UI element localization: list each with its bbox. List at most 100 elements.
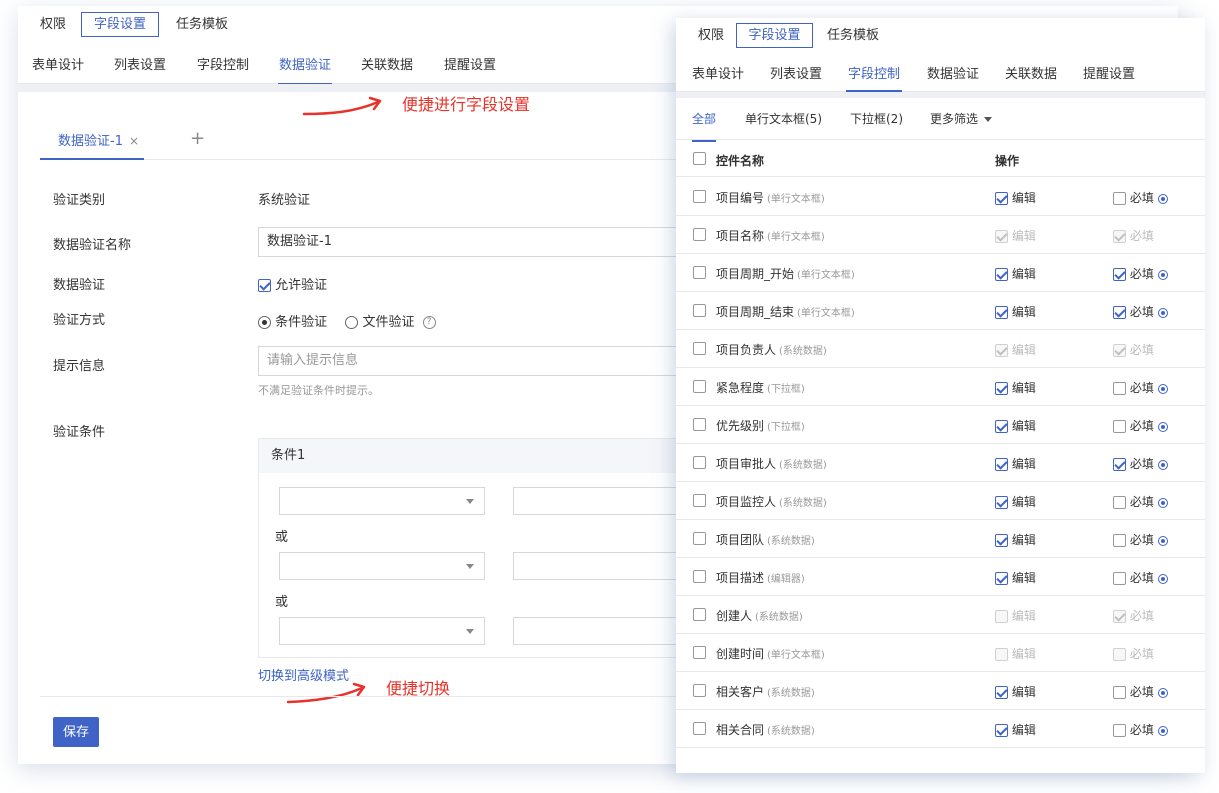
required-checkbox[interactable]: [1113, 496, 1126, 509]
tab-task-template[interactable]: 任务模板: [827, 23, 879, 48]
help-icon[interactable]: ?: [422, 316, 436, 329]
settings-dot-icon[interactable]: [1157, 269, 1168, 280]
tab-field-settings[interactable]: 字段设置: [81, 12, 159, 37]
required-option[interactable]: 必填: [1113, 607, 1154, 624]
required-option[interactable]: 必填: [1113, 189, 1168, 206]
condition-value-input-1[interactable]: [513, 487, 699, 515]
filter-dropdown[interactable]: 下拉框(2): [850, 110, 903, 127]
edit-option[interactable]: 编辑: [995, 303, 1036, 320]
row-select-checkbox[interactable]: [693, 380, 706, 393]
edit-checkbox[interactable]: [995, 306, 1008, 319]
row-select-checkbox[interactable]: [693, 456, 706, 469]
settings-dot-icon[interactable]: [1157, 383, 1168, 394]
subtab-data-validation[interactable]: 数据验证: [277, 54, 333, 85]
edit-checkbox[interactable]: [995, 724, 1008, 737]
edit-option[interactable]: 编辑: [995, 341, 1036, 358]
subtab-field-control[interactable]: 字段控制: [845, 63, 903, 92]
settings-dot-icon[interactable]: [1157, 573, 1168, 584]
required-option[interactable]: 必填: [1113, 265, 1168, 282]
required-option[interactable]: 必填: [1113, 303, 1168, 320]
row-select-checkbox[interactable]: [693, 418, 706, 431]
subtab-reminder-settings[interactable]: 提醒设置: [444, 54, 496, 80]
edit-option[interactable]: 编辑: [995, 721, 1036, 738]
edit-checkbox[interactable]: [995, 420, 1008, 433]
row-select-checkbox[interactable]: [693, 722, 706, 735]
required-checkbox[interactable]: [1113, 458, 1126, 471]
required-option[interactable]: 必填: [1113, 341, 1154, 358]
required-checkbox[interactable]: [1113, 420, 1126, 433]
allow-validation[interactable]: 允许验证: [258, 274, 327, 293]
required-option[interactable]: 必填: [1113, 569, 1168, 586]
subtab-related-data[interactable]: 关联数据: [1005, 63, 1057, 82]
subtab-list-settings[interactable]: 列表设置: [114, 54, 166, 80]
required-checkbox[interactable]: [1113, 534, 1126, 547]
required-checkbox[interactable]: [1113, 686, 1126, 699]
tab-permissions[interactable]: 权限: [38, 12, 68, 37]
edit-option[interactable]: 编辑: [995, 265, 1036, 282]
subtab-list-settings[interactable]: 列表设置: [770, 63, 822, 82]
add-tab-icon[interactable]: +: [190, 128, 205, 149]
required-option[interactable]: 必填: [1113, 721, 1168, 738]
required-checkbox[interactable]: [1113, 192, 1126, 205]
settings-dot-icon[interactable]: [1157, 497, 1168, 508]
subtab-form-design[interactable]: 表单设计: [32, 54, 84, 80]
row-select-checkbox[interactable]: [693, 494, 706, 507]
required-option[interactable]: 必填: [1113, 417, 1168, 434]
required-checkbox[interactable]: [1113, 382, 1126, 395]
subtab-reminder-settings[interactable]: 提醒设置: [1083, 63, 1135, 82]
radio-file[interactable]: [345, 316, 359, 329]
row-select-checkbox[interactable]: [693, 646, 706, 659]
required-option[interactable]: 必填: [1113, 227, 1154, 244]
filter-more[interactable]: 更多筛选: [930, 110, 993, 127]
settings-dot-icon[interactable]: [1157, 725, 1168, 736]
tab-task-template[interactable]: 任务模板: [172, 12, 232, 37]
edit-option[interactable]: 编辑: [995, 417, 1036, 434]
subtab-form-design[interactable]: 表单设计: [692, 63, 744, 82]
subtab-related-data[interactable]: 关联数据: [361, 54, 413, 80]
condition-field-select-3[interactable]: [279, 617, 485, 645]
tab-permissions[interactable]: 权限: [698, 23, 724, 48]
edit-checkbox[interactable]: [995, 382, 1008, 395]
edit-option[interactable]: 编辑: [995, 531, 1036, 548]
edit-checkbox[interactable]: [995, 496, 1008, 509]
edit-checkbox[interactable]: [995, 192, 1008, 205]
required-checkbox[interactable]: [1113, 572, 1126, 585]
hint-input[interactable]: 请输入提示信息: [258, 346, 688, 376]
settings-dot-icon[interactable]: [1157, 193, 1168, 204]
row-select-checkbox[interactable]: [693, 570, 706, 583]
filter-all[interactable]: 全部: [692, 110, 717, 142]
select-all-checkbox[interactable]: [693, 152, 706, 165]
edit-option[interactable]: 编辑: [995, 227, 1036, 244]
edit-option[interactable]: 编辑: [995, 569, 1036, 586]
edit-checkbox[interactable]: [995, 686, 1008, 699]
row-select-checkbox[interactable]: [693, 532, 706, 545]
tab-field-settings[interactable]: 字段设置: [736, 23, 813, 48]
row-select-checkbox[interactable]: [693, 304, 706, 317]
edit-checkbox[interactable]: [995, 572, 1008, 585]
row-select-checkbox[interactable]: [693, 342, 706, 355]
close-icon[interactable]: ×: [129, 134, 139, 148]
validation-name-input[interactable]: 数据验证-1: [258, 227, 688, 257]
settings-dot-icon[interactable]: [1157, 307, 1168, 318]
subtab-data-validation[interactable]: 数据验证: [927, 63, 979, 82]
edit-option[interactable]: 编辑: [995, 455, 1036, 472]
row-select-checkbox[interactable]: [693, 684, 706, 697]
required-checkbox[interactable]: [1113, 268, 1126, 281]
row-select-checkbox[interactable]: [693, 190, 706, 203]
edit-option[interactable]: 编辑: [995, 379, 1036, 396]
save-button[interactable]: 保存: [53, 717, 99, 747]
tab-validation-1[interactable]: 数据验证-1 ×: [40, 124, 144, 160]
subtab-field-control[interactable]: 字段控制: [197, 54, 249, 80]
required-option[interactable]: 必填: [1113, 683, 1168, 700]
settings-dot-icon[interactable]: [1157, 421, 1168, 432]
allow-validation-checkbox[interactable]: [258, 279, 271, 292]
required-option[interactable]: 必填: [1113, 531, 1168, 548]
condition-value-input-3[interactable]: [513, 617, 699, 645]
edit-option[interactable]: 编辑: [995, 645, 1036, 662]
edit-checkbox[interactable]: [995, 268, 1008, 281]
edit-option[interactable]: 编辑: [995, 493, 1036, 510]
edit-checkbox[interactable]: [995, 458, 1008, 471]
row-select-checkbox[interactable]: [693, 266, 706, 279]
required-checkbox[interactable]: [1113, 306, 1126, 319]
required-option[interactable]: 必填: [1113, 455, 1168, 472]
